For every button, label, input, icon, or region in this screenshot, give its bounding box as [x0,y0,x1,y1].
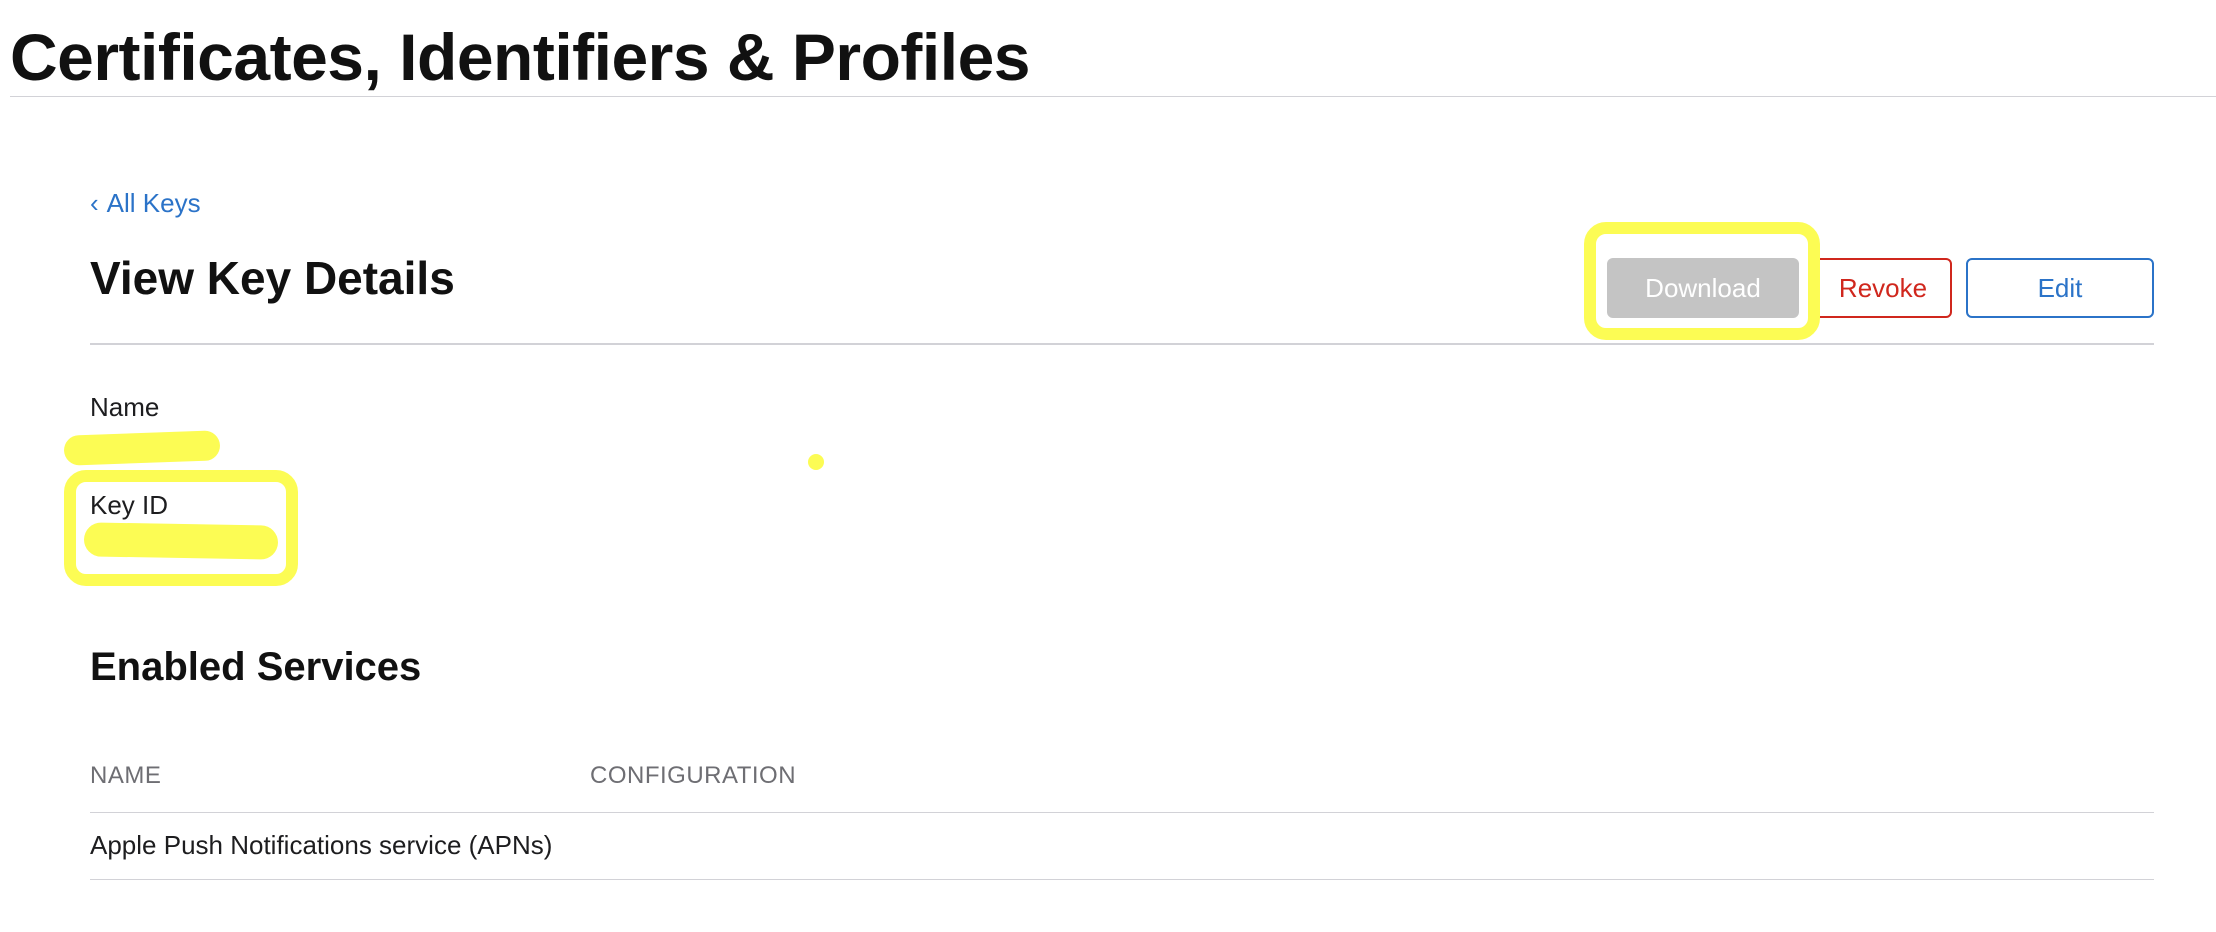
back-link-label: All Keys [106,188,201,218]
back-to-all-keys-link[interactable]: ‹ All Keys [90,186,201,220]
annotation-dot [808,454,824,470]
column-header-name: NAME [90,762,162,789]
site-title: Certificates, Identifiers & Profiles [10,20,1031,94]
key-id-value-redaction [83,522,279,560]
key-id-field-label: Key ID [90,490,169,520]
column-header-configuration: CONFIGURATION [590,762,797,789]
enabled-services-heading: Enabled Services [90,645,422,689]
key-details-page: Certificates, Identifiers & Profiles ‹ Al… [0,0,2216,932]
header-divider [90,343,2154,345]
title-divider [10,96,2216,97]
edit-button[interactable]: Edit [1966,258,2154,318]
download-button[interactable]: Download [1607,258,1799,318]
enabled-services-table: NAME CONFIGURATION Apple Push Notificati… [90,752,2154,880]
name-field-label: Name [90,392,160,422]
name-value-redaction [63,430,221,466]
table-header-divider [90,812,2154,813]
revoke-button[interactable]: Revoke [1814,258,1952,318]
table-header: NAME CONFIGURATION [90,752,2154,812]
chevron-left-icon: ‹ [90,188,99,218]
table-row-divider [90,879,2154,880]
service-name-cell: Apple Push Notifications service (APNs) [90,830,553,860]
page-heading: View Key Details [90,252,455,304]
